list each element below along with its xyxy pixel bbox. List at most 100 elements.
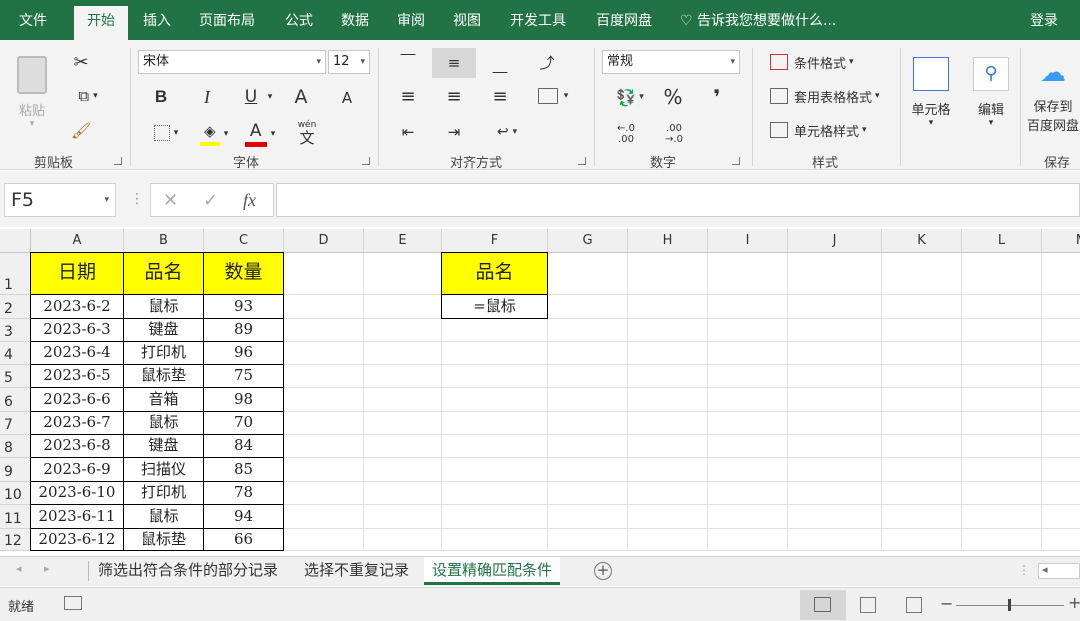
criteria-value-cell[interactable]: =鼠标 <box>441 294 548 319</box>
sheet-tab-active[interactable]: 设置精确匹配条件 <box>424 557 561 585</box>
cell[interactable] <box>628 365 708 388</box>
column-header[interactable]: A <box>31 229 124 253</box>
cell[interactable] <box>548 295 628 319</box>
cell[interactable] <box>442 505 548 529</box>
table-cell[interactable]: 75 <box>203 364 284 388</box>
cell[interactable] <box>1042 482 1080 505</box>
cell[interactable] <box>708 482 788 505</box>
font-size-combo[interactable]: 12 ▾ <box>328 50 370 74</box>
cell[interactable] <box>788 388 882 412</box>
cell[interactable] <box>364 505 442 529</box>
tell-me-box[interactable]: ♡ 告诉我您想要做什么... <box>680 6 836 36</box>
column-header[interactable]: G <box>548 229 628 253</box>
cell[interactable] <box>548 342 628 365</box>
cell[interactable] <box>788 295 882 319</box>
select-all-corner[interactable] <box>0 229 31 253</box>
align-middle-icon[interactable]: ≡ <box>432 48 476 78</box>
tab-developer[interactable]: 开发工具 <box>500 6 576 40</box>
cell[interactable] <box>284 435 364 458</box>
cell[interactable] <box>788 435 882 458</box>
tab-baidu-netdisk[interactable]: 百度网盘 <box>588 6 660 40</box>
cell[interactable] <box>962 529 1042 551</box>
column-header[interactable]: K <box>882 229 962 253</box>
table-cell[interactable]: 2023-6-2 <box>30 294 124 319</box>
page-layout-view-icon[interactable] <box>860 597 876 613</box>
table-cell[interactable]: 键盘 <box>123 434 204 458</box>
table-cell[interactable]: 2023-6-9 <box>30 457 124 482</box>
increase-indent-icon[interactable]: ⇥ <box>440 120 468 144</box>
cell[interactable] <box>788 505 882 529</box>
cell[interactable] <box>548 388 628 412</box>
cell[interactable] <box>442 529 548 551</box>
tab-split-grip-icon[interactable]: ⋮ <box>1018 563 1030 577</box>
zoom-out-icon[interactable]: − <box>940 594 953 613</box>
cell[interactable] <box>708 412 788 435</box>
cell[interactable] <box>364 412 442 435</box>
cell[interactable] <box>882 505 962 529</box>
table-cell[interactable]: 扫描仪 <box>123 457 204 482</box>
cell[interactable] <box>284 365 364 388</box>
cell[interactable] <box>442 342 548 365</box>
cell[interactable] <box>442 319 548 342</box>
align-bottom-icon[interactable]: ⎽ <box>486 54 514 76</box>
copy-icon[interactable]: ⧉ ▾ <box>68 84 108 108</box>
cell[interactable] <box>1042 342 1080 365</box>
font-launcher-icon[interactable] <box>362 157 370 165</box>
phonetic-button[interactable]: wén 文 <box>288 118 326 148</box>
table-cell[interactable]: 93 <box>203 294 284 319</box>
cell[interactable] <box>548 253 628 295</box>
cell[interactable] <box>548 412 628 435</box>
cell[interactable] <box>364 529 442 551</box>
page-break-view-icon[interactable] <box>906 597 922 613</box>
cell[interactable] <box>548 505 628 529</box>
number-format-combo[interactable]: 常规 ▾ <box>602 50 740 74</box>
cell[interactable] <box>284 388 364 412</box>
cell[interactable] <box>882 529 962 551</box>
cell[interactable] <box>628 482 708 505</box>
cell[interactable] <box>962 253 1042 295</box>
decrease-indent-icon[interactable]: ⇤ <box>394 120 422 144</box>
row-header[interactable]: 4 <box>0 342 31 365</box>
sheet-tab[interactable]: 筛选出符合条件的部分记录 <box>90 557 286 585</box>
table-cell[interactable]: 鼠标垫 <box>123 528 204 551</box>
tab-view[interactable]: 视图 <box>444 6 490 40</box>
cell[interactable] <box>1042 253 1080 295</box>
cut-icon[interactable]: ✂ <box>68 50 94 74</box>
table-cell[interactable]: 2023-6-6 <box>30 387 124 412</box>
tab-formulas[interactable]: 公式 <box>276 6 322 40</box>
italic-button[interactable]: I <box>194 84 220 110</box>
table-cell[interactable]: 66 <box>203 528 284 551</box>
cell[interactable] <box>628 505 708 529</box>
format-as-table-button[interactable]: 套用表格格式 ▾ <box>770 84 900 108</box>
conditional-formatting-button[interactable]: 条件格式 ▾ <box>770 50 890 74</box>
format-painter-icon[interactable]: 🖌 <box>68 118 94 142</box>
cell[interactable] <box>548 529 628 551</box>
row-header[interactable]: 3 <box>0 319 31 342</box>
cell[interactable] <box>284 319 364 342</box>
cell[interactable] <box>628 388 708 412</box>
cell[interactable] <box>364 295 442 319</box>
cell[interactable] <box>364 365 442 388</box>
table-cell[interactable]: 78 <box>203 481 284 505</box>
table-cell[interactable]: 键盘 <box>123 318 204 342</box>
cell[interactable] <box>628 319 708 342</box>
align-left-icon[interactable]: ≡ <box>394 84 422 108</box>
underline-button[interactable]: U <box>238 84 264 110</box>
shrink-font-button[interactable]: A <box>334 86 360 110</box>
wrap-text-icon[interactable]: ↩ ▾ <box>488 120 526 144</box>
table-cell[interactable]: 85 <box>203 457 284 482</box>
cell[interactable] <box>962 388 1042 412</box>
tab-home[interactable]: 开始 <box>74 6 128 40</box>
cell[interactable] <box>442 458 548 482</box>
cell[interactable] <box>364 435 442 458</box>
column-header[interactable]: L <box>962 229 1042 253</box>
column-header[interactable]: D <box>284 229 364 253</box>
scroll-left-icon[interactable]: ◂ <box>16 562 22 575</box>
cell[interactable] <box>284 505 364 529</box>
cell[interactable] <box>962 505 1042 529</box>
table-header-cell[interactable]: 品名 <box>123 252 204 295</box>
formula-input[interactable] <box>276 183 1080 217</box>
tab-page-layout[interactable]: 页面布局 <box>192 6 262 40</box>
cell[interactable] <box>788 365 882 388</box>
cell[interactable] <box>882 365 962 388</box>
